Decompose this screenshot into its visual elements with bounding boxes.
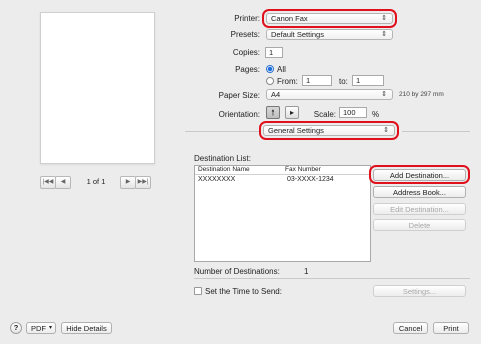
destination-list[interactable]: Destination Name Fax Number XXXXXXXX 03-…: [194, 165, 371, 262]
divider: [402, 131, 470, 132]
help-button[interactable]: ?: [10, 322, 22, 334]
pdf-dropdown-icon: ▾: [48, 325, 52, 331]
paper-size-dims: 210 by 297 mm: [399, 91, 444, 98]
print-button[interactable]: Print: [433, 322, 469, 334]
popup-arrow-icon: ⇕: [383, 127, 389, 134]
popup-arrow-icon: ⇕: [381, 31, 387, 38]
add-destination-button[interactable]: Add Destination...: [373, 169, 466, 181]
col-destination-name[interactable]: Destination Name: [198, 166, 250, 174]
cancel-button[interactable]: Cancel: [393, 322, 428, 334]
divider: [194, 278, 470, 279]
paper-size-popup[interactable]: A4 ⇕: [266, 89, 393, 100]
first-page-button[interactable]: |◀◀: [40, 176, 56, 189]
prev-page-button[interactable]: ◀: [55, 176, 71, 189]
popup-arrow-icon: ⇕: [381, 15, 387, 22]
presets-popup[interactable]: Default Settings ⇕: [266, 29, 393, 40]
pages-all-radio[interactable]: [266, 65, 274, 73]
pdf-menu-button[interactable]: PDF ▾: [26, 322, 56, 334]
copies-field[interactable]: 1: [265, 47, 283, 58]
printer-popup[interactable]: Canon Fax ⇕: [266, 13, 393, 24]
landscape-orientation-button[interactable]: ▸: [285, 106, 299, 119]
preview-pager: |◀◀ ◀ 1 of 1 ▶ ▶▶|: [40, 176, 153, 189]
pages-all-label: All: [277, 65, 286, 74]
time-to-send-label: Set the Time to Send:: [205, 287, 282, 296]
pages-from-radio[interactable]: [266, 77, 274, 85]
destination-name-cell: XXXXXXXX: [198, 176, 236, 183]
help-icon: ?: [13, 323, 19, 332]
destination-list-label: Destination List:: [194, 154, 251, 163]
page-preview: [40, 12, 155, 164]
copies-label: Copies:: [232, 48, 260, 57]
popup-arrow-icon: ⇕: [381, 91, 387, 98]
pages-from-label: From:: [277, 77, 298, 86]
table-row[interactable]: XXXXXXXX 03-XXXX-1234: [195, 175, 370, 184]
destination-list-header: Destination Name Fax Number: [195, 166, 370, 175]
pages-from-field[interactable]: 1: [302, 75, 332, 86]
next-page-button[interactable]: ▶: [120, 176, 136, 189]
edit-destination-button[interactable]: Edit Destination...: [373, 203, 466, 215]
divider: [185, 131, 259, 132]
presets-value: Default Settings: [271, 30, 324, 39]
section-value: General Settings: [268, 126, 324, 135]
scale-unit: %: [372, 110, 380, 119]
col-fax-number[interactable]: Fax Number: [285, 166, 321, 174]
address-book-button[interactable]: Address Book...: [373, 186, 466, 198]
last-page-button[interactable]: ▶▶|: [135, 176, 151, 189]
paper-size-label: Paper Size:: [218, 91, 260, 100]
section-popup[interactable]: General Settings ⇕: [263, 125, 395, 136]
fax-number-cell: 03-XXXX-1234: [287, 176, 334, 183]
portrait-orientation-button[interactable]: 🠕: [266, 106, 280, 119]
page-indicator: 1 of 1: [86, 177, 106, 186]
portrait-orientation-icon: 🠕: [271, 108, 275, 117]
time-to-send-checkbox[interactable]: [194, 287, 202, 295]
pages-to-field[interactable]: 1: [352, 75, 384, 86]
scale-label: Scale:: [313, 110, 336, 119]
settings-button[interactable]: Settings...: [373, 285, 466, 297]
paper-size-value: A4: [271, 90, 281, 99]
pages-to-label: to:: [339, 77, 348, 86]
pages-label: Pages:: [235, 65, 260, 74]
orientation-label: Orientation:: [218, 110, 260, 119]
delete-button[interactable]: Delete: [373, 219, 466, 231]
landscape-orientation-icon: ▸: [289, 108, 294, 117]
destination-count-value: 1: [304, 267, 309, 276]
pdf-label: PDF: [31, 324, 46, 333]
hide-details-button[interactable]: Hide Details: [61, 322, 112, 334]
printer-value: Canon Fax: [271, 14, 308, 23]
scale-field[interactable]: 100: [339, 107, 367, 118]
destination-count-label: Number of Destinations:: [194, 267, 280, 276]
presets-label: Presets:: [230, 30, 260, 39]
printer-label: Printer:: [234, 14, 260, 23]
